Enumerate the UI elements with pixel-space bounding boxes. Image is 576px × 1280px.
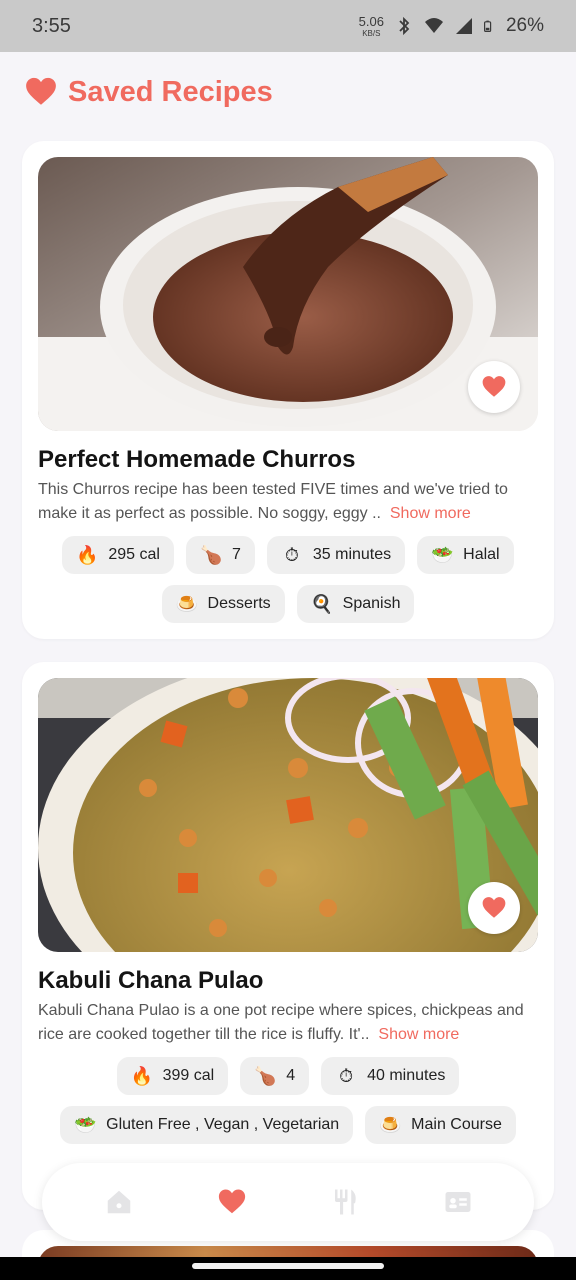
favorite-button[interactable] [468, 882, 520, 934]
favorite-button[interactable] [468, 361, 520, 413]
bluetooth-icon [399, 16, 410, 36]
page-title: Saved Recipes [68, 75, 273, 108]
fork-knife-icon [334, 1189, 356, 1215]
tag-label: Halal [463, 546, 500, 563]
time-tag: ⏱ 35 minutes [266, 536, 406, 574]
show-more-link[interactable]: Show more [390, 505, 471, 522]
net-speed-unit: KB/S [362, 28, 381, 38]
status-bar: 3:55 5.06 KB/S 26% [0, 0, 576, 52]
timer-icon: ⏱ [284, 544, 299, 565]
home-indicator[interactable] [192, 1263, 384, 1269]
dessert-icon: 🍮 [175, 593, 198, 614]
home-icon [107, 1190, 130, 1214]
timer-icon: ⏱ [339, 1065, 354, 1086]
profile-card-icon [445, 1192, 470, 1212]
page-header: Saved Recipes [24, 72, 273, 112]
nav-home[interactable] [94, 1177, 144, 1227]
tag-row: 🔥 295 cal 🍗 7 ⏱ 35 minutes 🥗 Halal [22, 536, 554, 574]
diet-tag: 🥗 Halal [417, 536, 514, 574]
tag-label: Gluten Free , Vegan , Vegetarian [106, 1116, 340, 1133]
net-speed: 5.06 KB/S [359, 15, 384, 38]
tag-row: 🔥 399 cal 🍗 4 ⏱ 40 minutes [22, 1057, 554, 1095]
nav-saved[interactable] [207, 1177, 257, 1227]
time-tag: ⏱ 40 minutes [321, 1057, 460, 1095]
diet-icon: 🥗 [74, 1114, 97, 1135]
heart-icon [26, 77, 56, 105]
battery-percent: 26% [505, 15, 544, 36]
calories-tag: 🔥 399 cal [116, 1057, 229, 1095]
net-speed-value: 5.06 [358, 13, 384, 29]
recipe-description: Kabuli Chana Pulao is a one pot recipe w… [38, 999, 538, 1047]
nav-recipes[interactable] [320, 1177, 370, 1227]
drumstick-icon: 🍗 [199, 544, 223, 565]
tag-label: 4 [286, 1067, 296, 1084]
recipe-image[interactable] [38, 157, 538, 431]
bottom-navigation [42, 1163, 534, 1241]
cell-signal-icon [455, 18, 472, 34]
servings-tag: 🍗 4 [240, 1057, 310, 1095]
recipe-card[interactable]: Perfect Homemade Churros This Churros re… [22, 141, 554, 639]
halal-icon: 🥗 [431, 544, 454, 565]
cuisine-tag: 🍳 Spanish [296, 585, 415, 623]
tag-row: 🍮 Desserts 🍳 Spanish [22, 585, 554, 623]
category-tag: 🍮 Desserts [161, 585, 285, 623]
fire-icon: 🔥 [76, 544, 99, 565]
drumstick-icon: 🍗 [254, 1065, 277, 1086]
recipe-card[interactable]: Kabuli Chana Pulao Kabuli Chana Pulao is… [22, 662, 554, 1210]
fire-icon: 🔥 [130, 1065, 154, 1086]
course-icon: 🍮 [379, 1114, 402, 1135]
tag-label: Spanish [342, 595, 401, 612]
diet-tag: 🥗 Gluten Free , Vegan , Vegetarian [60, 1106, 354, 1144]
show-more-link[interactable]: Show more [378, 1026, 459, 1043]
pulao-photo [38, 678, 538, 952]
wifi-icon [424, 18, 443, 33]
status-icons: 5.06 KB/S 26% [359, 15, 544, 38]
calories-tag: 🔥 295 cal [62, 536, 174, 574]
tag-row: 🥗 Gluten Free , Vegan , Vegetarian 🍮 Main … [22, 1106, 554, 1144]
tag-label: 35 minutes [312, 546, 392, 563]
cuisine-icon: 🍳 [310, 593, 334, 614]
heart-icon [218, 1189, 245, 1214]
heart-icon [482, 897, 506, 918]
tag-label: 399 cal [162, 1067, 215, 1084]
recipe-title[interactable]: Kabuli Chana Pulao [38, 967, 263, 995]
tag-label: Desserts [207, 595, 271, 612]
tag-label: 7 [231, 546, 241, 563]
recipe-image[interactable] [38, 678, 538, 952]
servings-tag: 🍗 7 [185, 536, 255, 574]
tag-label: Main Course [411, 1116, 502, 1133]
tag-label: 40 minutes [367, 1067, 446, 1084]
category-tag: 🍮 Main Course [365, 1106, 516, 1144]
battery-icon [483, 20, 492, 32]
recipe-title[interactable]: Perfect Homemade Churros [38, 446, 355, 474]
churros-photo [38, 157, 538, 431]
tag-label: 295 cal [108, 546, 160, 563]
recipe-description: This Churros recipe has been tested FIVE… [38, 478, 538, 526]
heart-icon [482, 376, 506, 397]
status-time: 3:55 [32, 14, 71, 37]
nav-profile[interactable] [433, 1177, 483, 1227]
